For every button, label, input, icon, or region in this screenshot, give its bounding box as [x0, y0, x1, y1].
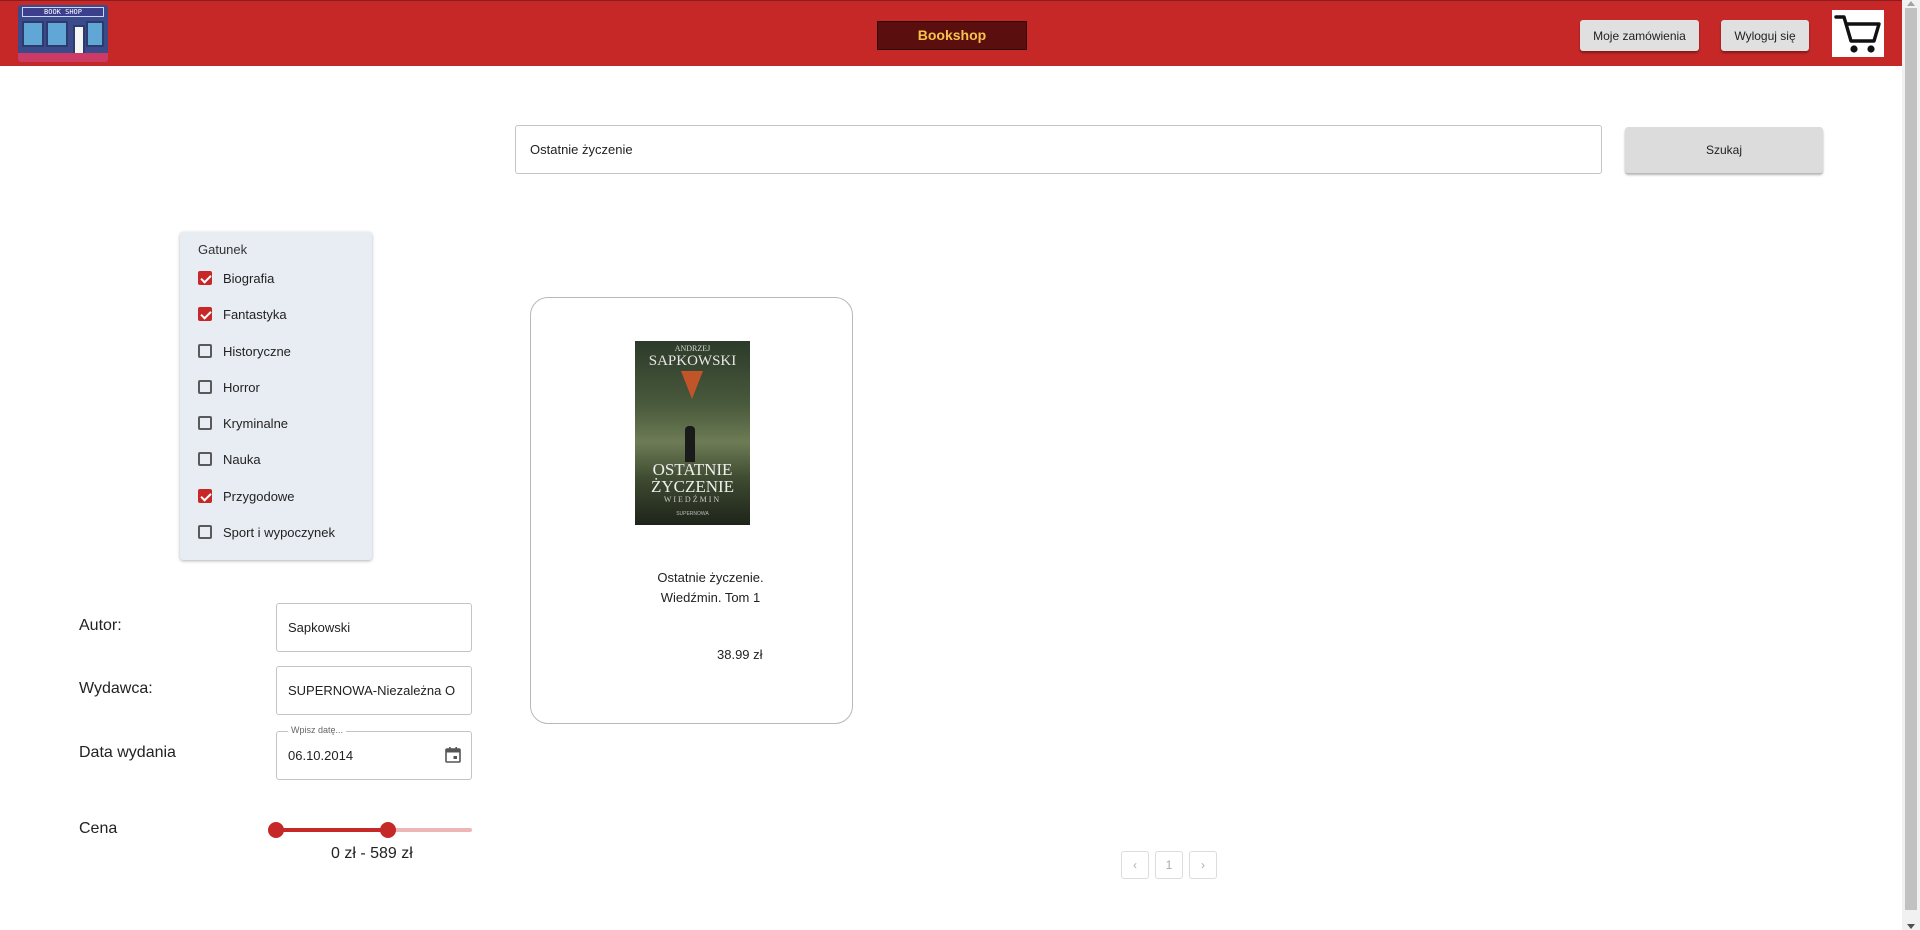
genre-checkbox-horror[interactable]: Horror [198, 377, 260, 397]
genre-checkbox-historyczne[interactable]: Historyczne [198, 341, 291, 361]
cover-author: SAPKOWSKI [648, 353, 737, 369]
genre-label: Biografia [223, 270, 275, 286]
page-scrollbar[interactable] [1902, 0, 1920, 930]
cart-button[interactable] [1832, 10, 1884, 57]
genre-checkbox-sport[interactable]: Sport i wypoczynek [198, 522, 335, 542]
bookshop-logo[interactable]: BOOK SHOP [18, 5, 108, 62]
search-button[interactable]: Szukaj [1625, 127, 1823, 173]
scrollbar-thumb[interactable] [1905, 8, 1917, 910]
checkbox[interactable] [198, 489, 212, 503]
logo-door [73, 25, 85, 55]
genre-label: Horror [223, 379, 260, 395]
genre-checkbox-fantastyka[interactable]: Fantastyka [198, 304, 287, 324]
logo-base [18, 53, 108, 62]
logo-window [86, 21, 104, 47]
checkbox[interactable] [198, 525, 212, 539]
chevron-right-icon: › [1201, 858, 1205, 872]
top-bar: BOOK SHOP Bookshop Moje zamówienia Wylog… [0, 0, 1902, 66]
price-range-text: 0 zł - 589 zł [331, 845, 413, 862]
logo-window [46, 21, 68, 47]
cover-author-first: ANDRZEJ [674, 344, 711, 353]
chevron-left-icon: ‹ [1133, 858, 1137, 872]
checkbox[interactable] [198, 416, 212, 430]
date-field-legend: Wpisz datę... [288, 725, 347, 735]
checkbox[interactable] [198, 307, 212, 321]
price-label: Cena [79, 820, 118, 837]
slider-min-thumb[interactable] [268, 822, 284, 838]
genre-checkbox-biografia[interactable]: Biografia [198, 268, 274, 288]
logo-window [22, 21, 44, 47]
genre-label: Nauka [223, 451, 261, 467]
genre-label: Przygodowe [223, 488, 295, 504]
checkbox[interactable] [198, 452, 212, 466]
genre-checkbox-przygodowe[interactable]: Przygodowe [198, 486, 295, 506]
genre-filter-panel: Gatunek Biografia Fantastyka Historyczne… [180, 232, 372, 560]
product-price: 38.99 zł [717, 647, 763, 662]
slider-max-thumb[interactable] [379, 822, 396, 838]
calendar-icon[interactable] [444, 746, 462, 764]
pagination-next-button[interactable]: › [1189, 851, 1217, 879]
logout-button[interactable]: Wyloguj się [1721, 20, 1809, 51]
price-range-slider[interactable] [268, 822, 472, 838]
product-card[interactable]: ANDRZEJ SAPKOWSKI OSTATNIE ŻYCZENIE WIEDŹ… [530, 297, 853, 724]
pagination-page-1[interactable]: 1 [1155, 851, 1183, 879]
scroll-down-arrow-icon[interactable] [1907, 924, 1915, 929]
genre-label: Fantastyka [223, 306, 287, 322]
scroll-up-arrow-icon[interactable] [1907, 1, 1915, 6]
genre-checkbox-nauka[interactable]: Nauka [198, 449, 261, 469]
genre-label: Kryminalne [223, 415, 289, 431]
genre-label: Historyczne [223, 343, 291, 359]
cover-figure [685, 426, 695, 462]
search-input[interactable] [515, 125, 1602, 174]
author-label: Autor: [79, 617, 122, 634]
checkbox[interactable] [198, 380, 212, 394]
shopping-cart-icon [1834, 14, 1881, 53]
genre-checkbox-kryminalne[interactable]: Kryminalne [198, 413, 288, 433]
release-date-label: Data wydania [79, 744, 176, 761]
book-cover-image[interactable]: ANDRZEJ SAPKOWSKI OSTATNIE ŻYCZENIE WIEDŹ… [635, 341, 750, 525]
checkbox[interactable] [198, 271, 212, 285]
cover-title: OSTATNIE ŻYCZENIE [650, 460, 735, 496]
product-title[interactable]: Ostatnie życzenie. Wiedźmin. Tom 1 [531, 568, 890, 608]
date-value[interactable]: 06.10.2014 [288, 748, 353, 763]
brand-title[interactable]: Bookshop [877, 21, 1027, 50]
cover-publisher: SUPERNOWA [676, 511, 709, 517]
genre-label: Sport i wypoczynek [223, 524, 335, 540]
genre-filter-title: Gatunek [198, 242, 248, 257]
checkbox[interactable] [198, 344, 212, 358]
slider-track-fill [276, 828, 388, 832]
release-date-field[interactable]: Wpisz datę... 06.10.2014 [276, 725, 472, 780]
publisher-label: Wydawca: [79, 680, 153, 697]
author-input[interactable] [276, 603, 472, 652]
cover-dragon-emblem [681, 371, 703, 399]
pagination-prev-button[interactable]: ‹ [1121, 851, 1149, 879]
my-orders-button[interactable]: Moje zamówienia [1580, 20, 1699, 51]
logo-sign: BOOK SHOP [22, 7, 104, 17]
publisher-input[interactable] [276, 666, 472, 715]
cover-series: WIEDŹMIN [663, 495, 722, 504]
